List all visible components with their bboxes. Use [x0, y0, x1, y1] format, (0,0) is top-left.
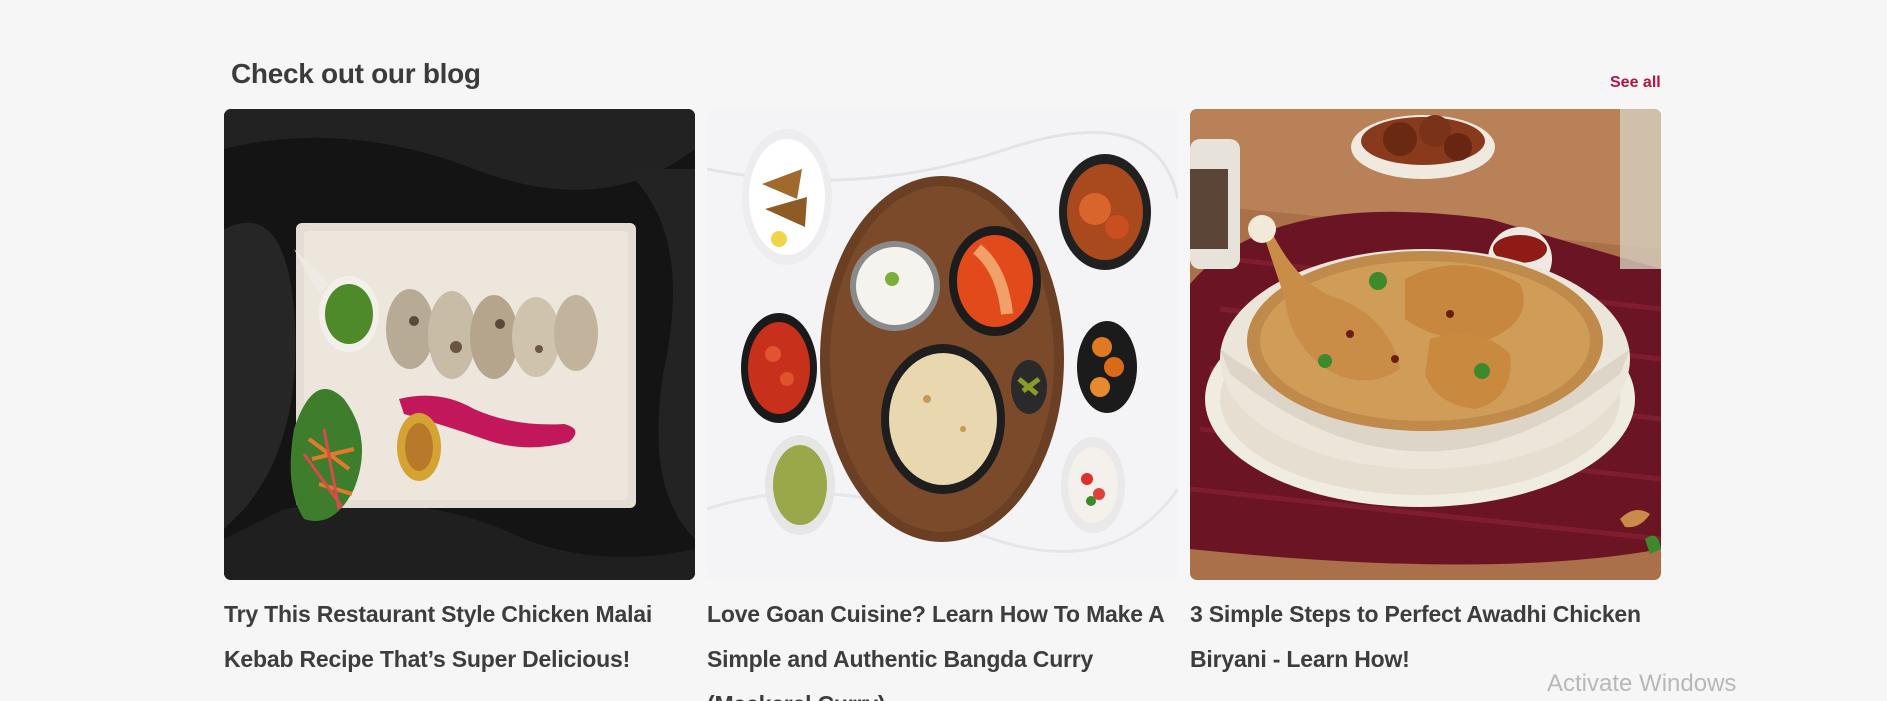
see-all-link[interactable]: See all [1610, 74, 1661, 92]
malai-kebab-image[interactable] [224, 109, 695, 580]
awadhi-biryani-image[interactable] [1190, 109, 1661, 580]
activate-windows-watermark: Activate Windows [1547, 670, 1737, 697]
blog-section: Check out our blog See all Try This Rest… [0, 0, 1887, 701]
blog-card-awadhi-biryani[interactable]: 3 Simple Steps to Perfect Awadhi Chicken… [1190, 109, 1661, 701]
blog-card-title[interactable]: Love Goan Cuisine? Learn How To Make A S… [707, 592, 1178, 701]
blog-card-bangda-curry[interactable]: Love Goan Cuisine? Learn How To Make A S… [707, 109, 1178, 701]
blog-card-title[interactable]: Try This Restaurant Style Chicken Malai … [224, 592, 695, 682]
bangda-curry-image[interactable] [707, 109, 1178, 580]
blog-card-list: Try This Restaurant Style Chicken Malai … [224, 109, 1661, 701]
section-title: Check out our blog [231, 58, 481, 89]
blog-card-title[interactable]: 3 Simple Steps to Perfect Awadhi Chicken… [1190, 592, 1661, 682]
blog-card-malai-kebab[interactable]: Try This Restaurant Style Chicken Malai … [224, 109, 695, 701]
